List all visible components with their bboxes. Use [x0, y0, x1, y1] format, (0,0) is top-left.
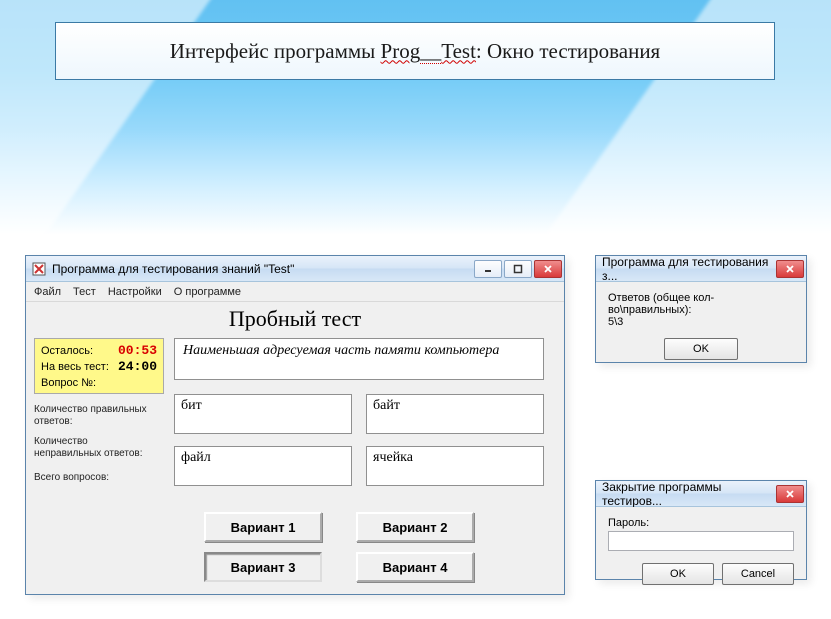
stat-wrong-label: Количество неправильных ответов:	[34, 436, 152, 460]
close-dialog-x-button[interactable]	[776, 485, 804, 503]
password-input[interactable]	[608, 531, 794, 551]
slide-title-prog: Prog	[381, 39, 421, 63]
test-heading: Пробный тест	[26, 306, 564, 332]
stat-wrong-value	[154, 440, 168, 454]
answer-1: бит	[174, 394, 352, 434]
results-titlebar[interactable]: Программа для тестирования з...	[596, 256, 806, 282]
slide-title-pre: Интерфейс программы	[170, 39, 381, 63]
variant-2-button[interactable]: Вариант 2	[356, 512, 474, 542]
slide-title-text: Интерфейс программы Prog__Test: Окно тес…	[170, 39, 660, 64]
variant-3-button[interactable]: Вариант 3	[204, 552, 322, 582]
close-dialog: Закрытие программы тестиров... Пароль: O…	[595, 480, 807, 580]
results-dialog: Программа для тестирования з... Ответов …	[595, 255, 807, 363]
slide-title-sep: __	[420, 39, 441, 64]
results-client: Ответов (общее кол-во\правильных): 5\3 O…	[596, 282, 806, 362]
slide-title-test: Test	[441, 39, 476, 63]
total-time-value: 24:00	[118, 359, 157, 375]
timer-panel: Осталось: 00:53 На весь тест: 24:00 Вопрос…	[34, 338, 164, 394]
results-line1: Ответов (общее кол-во\правильных):	[608, 292, 794, 316]
menu-settings[interactable]: Настройки	[108, 286, 162, 298]
question-num-label: Вопрос №:	[41, 375, 96, 391]
slide-title: Интерфейс программы Prog__Test: Окно тес…	[55, 22, 775, 80]
stat-correct-label: Количество правильных ответов:	[34, 404, 152, 428]
answer-3: файл	[174, 446, 352, 486]
stat-total-label: Всего вопросов:	[34, 472, 152, 484]
remaining-value: 00:53	[118, 343, 157, 359]
answer-2: байт	[366, 394, 544, 434]
main-client-area: Пробный тест Осталось: 00:53 На весь тест…	[26, 302, 564, 594]
slide-title-post: : Окно тестирования	[476, 39, 660, 63]
app-icon	[32, 262, 46, 276]
password-label: Пароль:	[608, 517, 794, 529]
answer-4: ячейка	[366, 446, 544, 486]
results-close-button[interactable]	[776, 260, 804, 278]
main-titlebar[interactable]: Программа для тестирования знаний "Test"	[26, 256, 564, 282]
menubar: Файл Тест Настройки О программе	[26, 282, 564, 302]
menu-test[interactable]: Тест	[73, 286, 96, 298]
maximize-button[interactable]	[504, 260, 532, 278]
main-app-window: Программа для тестирования знаний "Test"…	[25, 255, 565, 595]
minimize-button[interactable]	[474, 260, 502, 278]
results-ok-button[interactable]: OK	[664, 338, 738, 360]
close-titlebar[interactable]: Закрытие программы тестиров...	[596, 481, 806, 507]
question-text: Наименьшая адресуемая часть памяти компь…	[174, 338, 544, 380]
results-line2: 5\3	[608, 316, 794, 328]
variant-1-button[interactable]: Вариант 1	[204, 512, 322, 542]
main-title-text: Программа для тестирования знаний "Test"	[52, 262, 294, 276]
close-ok-button[interactable]: OK	[642, 563, 714, 585]
stat-total-value	[154, 474, 168, 488]
close-cancel-button[interactable]: Cancel	[722, 563, 794, 585]
stat-correct-value	[154, 408, 168, 422]
variant-4-button[interactable]: Вариант 4	[356, 552, 474, 582]
menu-about[interactable]: О программе	[174, 286, 241, 298]
total-time-label: На весь тест:	[41, 359, 109, 375]
remaining-label: Осталось:	[41, 343, 93, 359]
results-title-text: Программа для тестирования з...	[602, 255, 774, 283]
close-button[interactable]	[534, 260, 562, 278]
close-client: Пароль: OK Cancel	[596, 507, 806, 579]
menu-file[interactable]: Файл	[34, 286, 61, 298]
close-title-text: Закрытие программы тестиров...	[602, 480, 774, 508]
